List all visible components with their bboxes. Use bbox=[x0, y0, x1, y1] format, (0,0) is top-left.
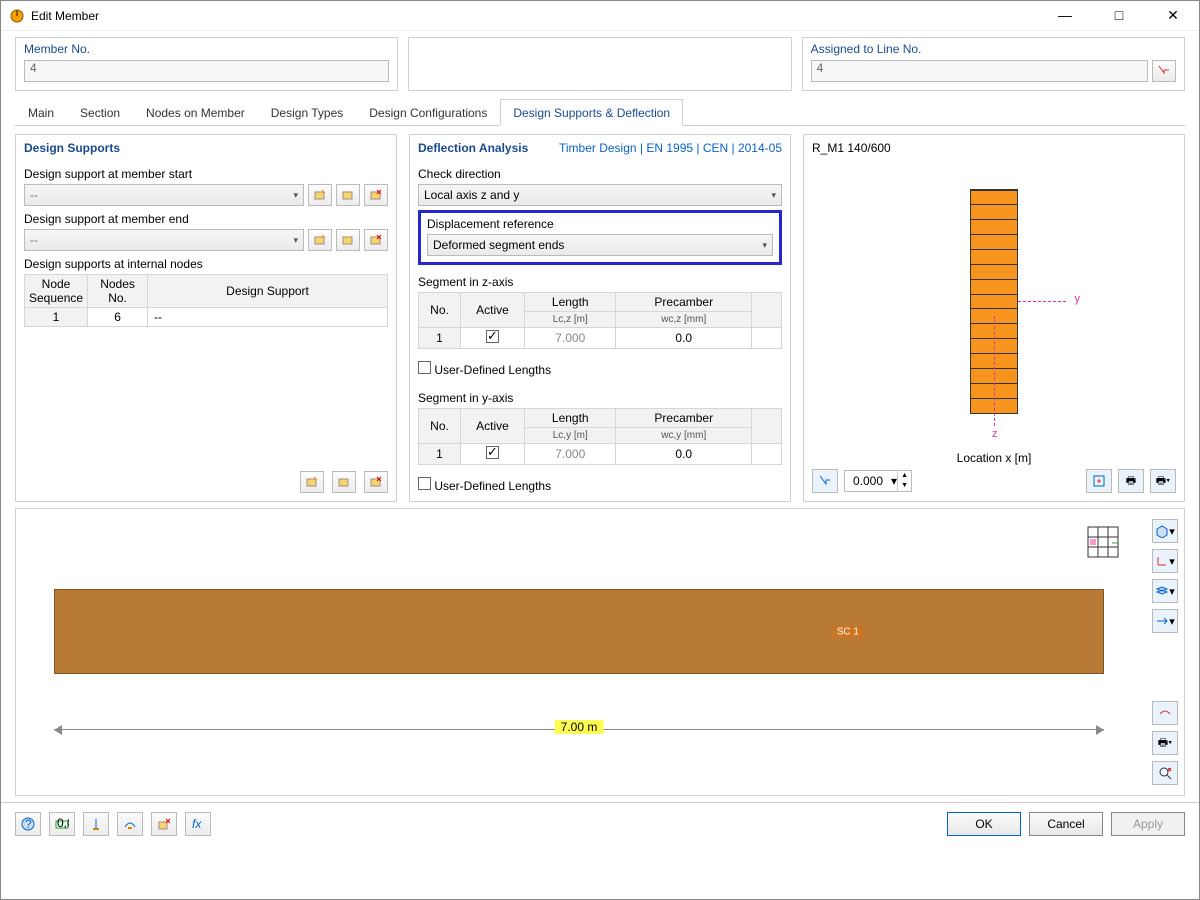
segment-z-active-checkbox bbox=[486, 330, 499, 343]
svg-text:?: ? bbox=[25, 817, 32, 831]
tab-main[interactable]: Main bbox=[15, 99, 67, 125]
col-seq: Node Sequence bbox=[25, 275, 88, 308]
support-start-lib[interactable] bbox=[336, 184, 360, 206]
assigned-line-input[interactable]: 4 bbox=[811, 60, 1148, 82]
deflection-title: Deflection Analysis Timber Design | EN 1… bbox=[418, 141, 782, 155]
table-row[interactable]: 1 7.000 0.0 bbox=[419, 328, 782, 349]
support-end-new[interactable] bbox=[308, 229, 332, 251]
line-button[interactable] bbox=[117, 812, 143, 836]
location-spinner[interactable]: 0.000▾▲▼ bbox=[844, 470, 912, 492]
maximize-button[interactable]: □ bbox=[1101, 7, 1137, 24]
table-row[interactable]: 1 7.000 0.0 bbox=[419, 444, 782, 465]
user-defined-y-checkbox[interactable]: User-Defined Lengths bbox=[418, 477, 782, 493]
col-design-support: Design Support bbox=[148, 275, 388, 308]
segment-y-table: No. Active Length Precamber Lc,y [m] wc,… bbox=[418, 408, 782, 465]
member-no-group: Member No. 4 bbox=[15, 37, 398, 91]
apply-button: Apply bbox=[1111, 812, 1185, 836]
tab-design-supports-deflection[interactable]: Design Supports & Deflection bbox=[500, 99, 683, 126]
section-preview-panel: R_M1 140/600 Location x [m] 0.000▾▲▼ bbox=[803, 134, 1185, 502]
app-icon bbox=[9, 8, 25, 24]
dimension-line: 7.00 m bbox=[54, 729, 1104, 749]
tab-design-configurations[interactable]: Design Configurations bbox=[356, 99, 500, 125]
dialog-footer: ? 0,00 fx OK Cancel Apply bbox=[1, 802, 1199, 844]
member-no-input[interactable]: 4 bbox=[24, 60, 389, 82]
segment-y-active-checkbox bbox=[486, 446, 499, 459]
view-axes-button[interactable]: ▾ bbox=[1152, 549, 1178, 573]
function-button[interactable]: fx bbox=[185, 812, 211, 836]
preview-print-button[interactable]: 🖶 bbox=[1118, 469, 1144, 493]
table-row[interactable]: 1 6 -- bbox=[25, 308, 388, 327]
titlebar: Edit Member — □ ✕ bbox=[1, 1, 1199, 31]
support-end-combo[interactable]: --▾ bbox=[24, 229, 304, 251]
nodes-button[interactable] bbox=[83, 812, 109, 836]
ok-button[interactable]: OK bbox=[947, 812, 1021, 836]
assigned-line-label: Assigned to Line No. bbox=[811, 42, 1176, 56]
preview-more-button[interactable]: 🖶▾ bbox=[1150, 469, 1176, 493]
support-end-del[interactable] bbox=[364, 229, 388, 251]
svg-text:fx: fx bbox=[192, 817, 202, 831]
tab-nodes-on-member[interactable]: Nodes on Member bbox=[133, 99, 258, 125]
view-print-button[interactable]: 🖶▾ bbox=[1152, 731, 1178, 755]
displacement-ref-highlight: Displacement reference Deformed segment … bbox=[418, 210, 782, 265]
check-direction-label: Check direction bbox=[418, 167, 782, 181]
displacement-ref-combo[interactable]: Deformed segment ends▾ bbox=[427, 234, 773, 256]
length-y-highlight: Length bbox=[525, 409, 616, 428]
segment-y-label: Segment in y-axis bbox=[418, 391, 782, 405]
tab-design-types[interactable]: Design Types bbox=[258, 99, 357, 125]
support-start-label: Design support at member start bbox=[24, 167, 388, 181]
help-button[interactable]: ? bbox=[15, 812, 41, 836]
supports-delete-button[interactable] bbox=[364, 471, 388, 493]
service-class-tag: SC 1 bbox=[833, 626, 863, 637]
remove-button[interactable] bbox=[151, 812, 177, 836]
dimension-value: 7.00 m bbox=[555, 720, 604, 734]
segment-z-table: No. Active Length Precamber Lc,z [m] wc,… bbox=[418, 292, 782, 349]
preview-zoom-extents-button[interactable] bbox=[1086, 469, 1112, 493]
window-title: Edit Member bbox=[31, 9, 1047, 23]
view-iso-button[interactable]: ▾ bbox=[1152, 519, 1178, 543]
member-no-label: Member No. bbox=[24, 42, 389, 56]
units-button[interactable]: 0,00 bbox=[49, 812, 75, 836]
view-section-button[interactable]: ▾ bbox=[1152, 609, 1178, 633]
col-nodes: Nodes No. bbox=[88, 275, 148, 308]
axis-y-icon bbox=[1018, 301, 1066, 302]
location-label: Location x [m] bbox=[812, 451, 1176, 465]
supports-new-button[interactable] bbox=[300, 471, 324, 493]
middle-empty-group bbox=[408, 37, 791, 91]
tab-bar: Main Section Nodes on Member Design Type… bbox=[15, 99, 1185, 126]
segment-z-label: Segment in z-axis bbox=[418, 275, 782, 289]
member-elevation-view[interactable]: ▾ ▾ ▾ ▾ 🖶▾ SC 1 7.00 m bbox=[15, 508, 1185, 796]
axis-z-icon bbox=[994, 316, 995, 426]
supports-copy-button[interactable] bbox=[332, 471, 356, 493]
view-deformation-button[interactable] bbox=[1152, 701, 1178, 725]
length-z-highlight: Length bbox=[525, 293, 616, 312]
support-start-new[interactable] bbox=[308, 184, 332, 206]
support-start-combo[interactable]: --▾ bbox=[24, 184, 304, 206]
section-preview bbox=[812, 155, 1176, 447]
deflection-panel: Deflection Analysis Timber Design | EN 1… bbox=[409, 134, 791, 502]
cancel-button[interactable]: Cancel bbox=[1029, 812, 1103, 836]
preview-pick-button[interactable] bbox=[812, 469, 838, 493]
design-supports-title: Design Supports bbox=[24, 141, 388, 155]
svg-text:0,00: 0,00 bbox=[57, 817, 69, 830]
close-button[interactable]: ✕ bbox=[1155, 7, 1191, 24]
user-defined-z-checkbox[interactable]: User-Defined Lengths bbox=[418, 361, 782, 377]
support-end-lib[interactable] bbox=[336, 229, 360, 251]
pick-line-button[interactable] bbox=[1152, 60, 1176, 82]
view-layers-button[interactable]: ▾ bbox=[1152, 579, 1178, 603]
internal-nodes-label: Design supports at internal nodes bbox=[24, 257, 388, 271]
view-cube-icon[interactable] bbox=[1082, 521, 1124, 563]
internal-nodes-table: Node Sequence Nodes No. Design Support 1… bbox=[24, 274, 388, 327]
design-standard-link[interactable]: Timber Design | EN 1995 | CEN | 2014-05 bbox=[559, 141, 782, 155]
tab-section[interactable]: Section bbox=[67, 99, 133, 125]
minimize-button[interactable]: — bbox=[1047, 7, 1083, 24]
support-start-del[interactable] bbox=[364, 184, 388, 206]
check-direction-combo[interactable]: Local axis z and y▾ bbox=[418, 184, 782, 206]
support-end-label: Design support at member end bbox=[24, 212, 388, 226]
member-graphic: SC 1 bbox=[54, 589, 1104, 674]
view-reset-button[interactable] bbox=[1152, 761, 1178, 785]
design-supports-panel: Design Supports Design support at member… bbox=[15, 134, 397, 502]
displacement-ref-label: Displacement reference bbox=[427, 217, 773, 231]
section-name-label: R_M1 140/600 bbox=[812, 141, 1176, 155]
assigned-line-group: Assigned to Line No. 4 bbox=[802, 37, 1185, 91]
